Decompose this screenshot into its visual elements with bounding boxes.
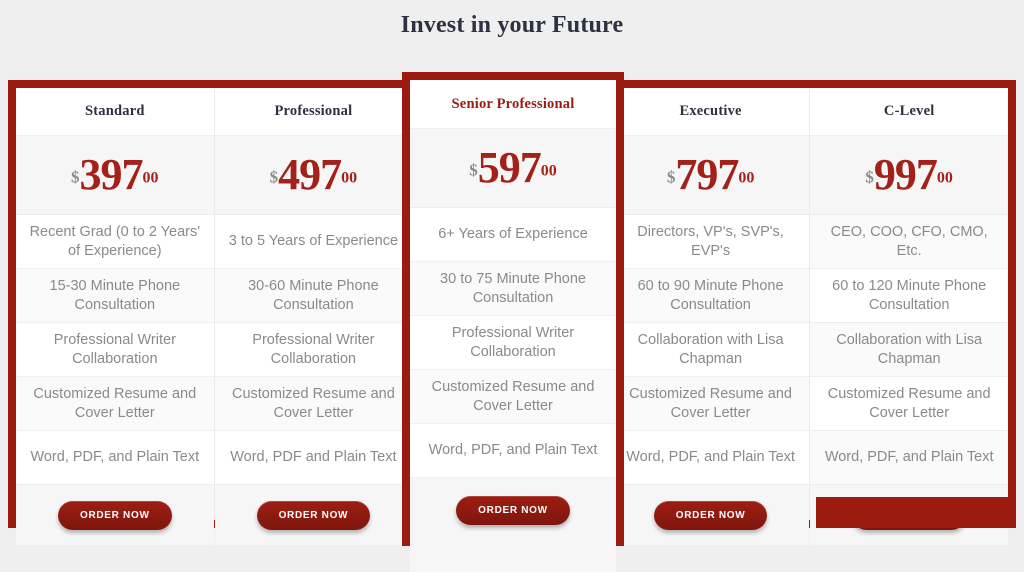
pricing-page: Invest in your Future Standard $39700 Rece… — [0, 0, 1024, 572]
price-amount: 597 — [477, 143, 542, 192]
plan-feature: Customized Resume and Cover Letter — [611, 377, 810, 431]
plan-name: Standard — [16, 88, 214, 136]
price-amount: 397 — [79, 150, 144, 199]
plan-price: $99700 — [865, 153, 953, 197]
plan-price: $79700 — [667, 153, 755, 197]
price-amount: 497 — [278, 150, 342, 199]
pricing-column-standard: Standard $39700 Recent Grad (0 to 2 Years'… — [16, 88, 214, 545]
plan-feature: Directors, VP's, SVP's, EVP's — [611, 215, 810, 269]
plan-feature: Recent Grad (0 to 2 Years' of Experience… — [16, 215, 214, 269]
plan-feature: Customized Resume and Cover Letter — [214, 377, 413, 431]
plan-price-cell: $59700 — [410, 129, 616, 208]
plan-name: C-Level — [810, 88, 1008, 136]
order-now-button[interactable]: ORDER NOW — [653, 500, 768, 530]
pricing-column-c-level: C-Level $99700 CEO, COO, CFO, CMO, Etc. 60 … — [809, 88, 1008, 545]
order-now-button[interactable]: ORDER NOW — [256, 500, 371, 530]
plan-feature: 15-30 Minute Phone Consultation — [16, 269, 214, 323]
plan-feature: Professional Writer Collaboration — [410, 316, 616, 370]
price-cents: 00 — [540, 162, 557, 180]
plan-cta-cell: ORDER NOW — [16, 485, 214, 545]
plan-name: Executive — [611, 88, 810, 136]
plan-feature: 3 to 5 Years of Experience — [214, 215, 413, 269]
price-cents: 00 — [142, 169, 159, 187]
plan-price-cell: $79700 — [611, 136, 810, 215]
plan-feature: Collaboration with Lisa Chapman — [611, 323, 810, 377]
page-title: Invest in your Future — [400, 12, 624, 38]
currency-symbol: $ — [71, 167, 80, 187]
plan-price: $49700 — [270, 153, 358, 197]
plan-feature: 30 to 75 Minute Phone Consultation — [410, 262, 616, 316]
plan-price: $59700 — [469, 146, 557, 190]
price-cents: 00 — [341, 169, 358, 187]
plan-feature: Professional Writer Collaboration — [16, 323, 214, 377]
currency-symbol: $ — [865, 167, 874, 187]
plan-feature: Word, PDF, and Plain Text — [810, 431, 1008, 485]
plan-feature: Customized Resume and Cover Letter — [16, 377, 214, 431]
plan-feature: Customized Resume and Cover Letter — [410, 370, 616, 424]
plan-cta-cell: ORDER NOW — [611, 485, 810, 545]
plan-feature: Word, PDF, and Plain Text — [410, 424, 616, 478]
pricing-column-featured: Senior Professional $59700 6+ Years of Exp… — [402, 72, 624, 572]
plan-feature: Professional Writer Collaboration — [214, 323, 413, 377]
plan-feature: Customized Resume and Cover Letter — [810, 377, 1008, 431]
plan-price: $39700 — [71, 153, 159, 197]
price-cents: 00 — [936, 169, 953, 187]
plan-feature: 60 to 120 Minute Phone Consultation — [810, 269, 1008, 323]
order-now-button[interactable]: ORDER NOW — [57, 500, 172, 530]
currency-symbol: $ — [269, 167, 279, 187]
pricing-column-executive: Executive $79700 Directors, VP's, SVP's, E… — [610, 88, 810, 545]
plan-price-cell: $49700 — [214, 136, 413, 215]
pricing-column-professional: Professional $49700 3 to 5 Years of Experi… — [213, 88, 413, 545]
plan-feature: CEO, COO, CFO, CMO, Etc. — [810, 215, 1008, 269]
currency-symbol: $ — [469, 160, 478, 180]
plan-feature: 60 to 90 Minute Phone Consultation — [611, 269, 810, 323]
price-cents: 00 — [738, 169, 755, 187]
order-now-button[interactable]: ORDER NOW — [456, 496, 570, 525]
plan-cta-cell: ORDER NOW — [214, 485, 413, 545]
price-amount: 997 — [873, 150, 938, 199]
plan-feature: Word, PDF, and Plain Text — [611, 431, 810, 485]
plan-price-cell: $99700 — [810, 136, 1008, 215]
plan-feature: 6+ Years of Experience — [410, 208, 616, 262]
plan-feature: Word, PDF, and Plain Text — [16, 431, 214, 485]
plan-name: Senior Professional — [410, 80, 616, 129]
price-amount: 797 — [675, 150, 739, 199]
plan-feature: Word, PDF and Plain Text — [214, 431, 413, 485]
table-bottom-accent-band — [816, 497, 1016, 528]
plan-cta-cell: ORDER NOW — [410, 478, 616, 572]
plan-feature: Collaboration with Lisa Chapman — [810, 323, 1008, 377]
plan-feature: 30-60 Minute Phone Consultation — [214, 269, 413, 323]
plan-name: Professional — [214, 88, 413, 136]
plan-price-cell: $39700 — [16, 136, 214, 215]
